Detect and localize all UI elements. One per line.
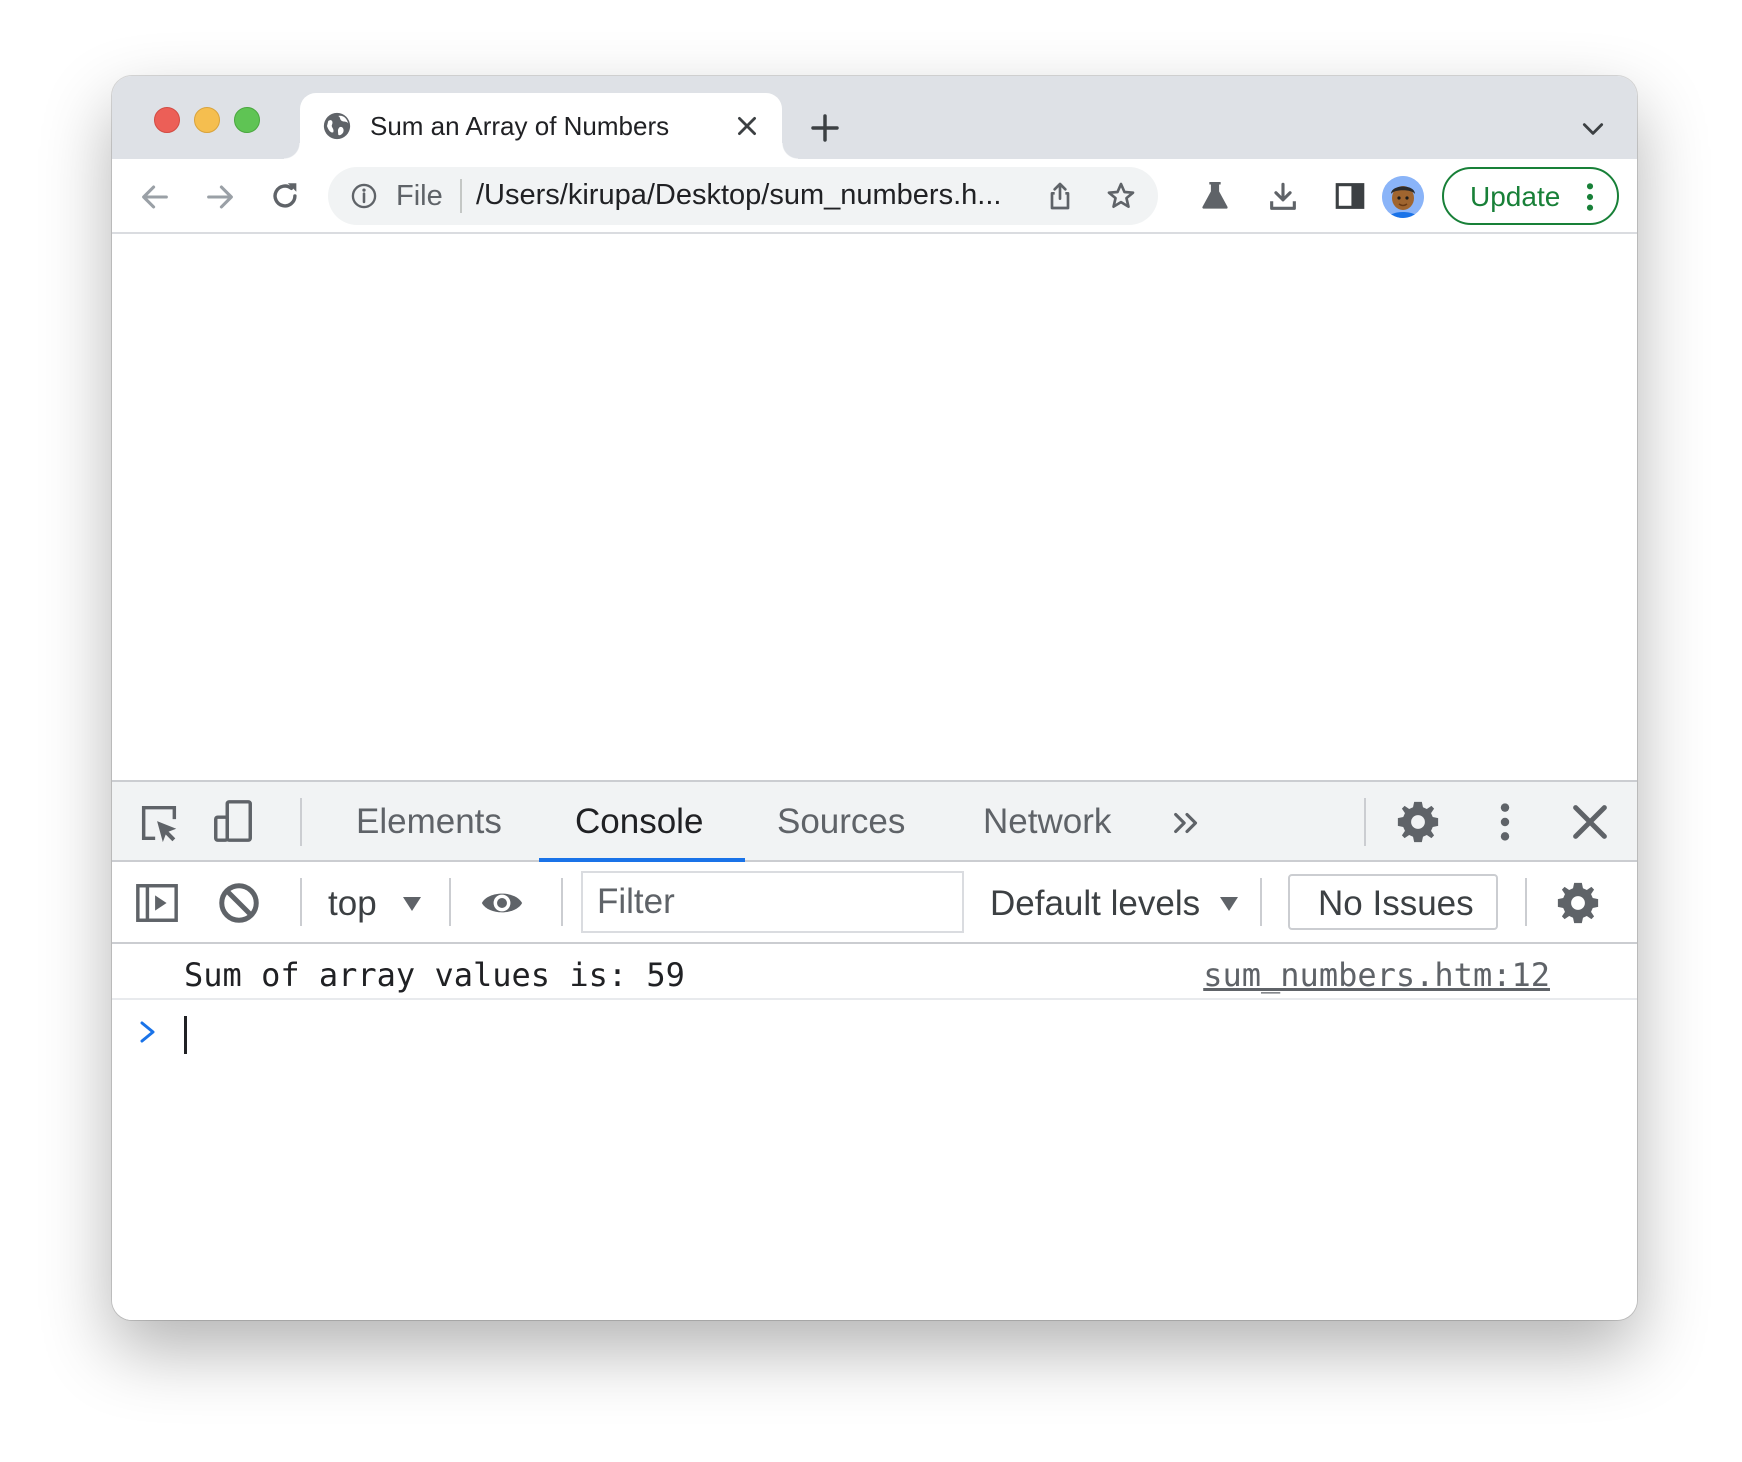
tab-console[interactable]: Console: [575, 802, 703, 842]
browser-tab[interactable]: Sum an Array of Numbers: [284, 93, 798, 159]
bookmark-star-icon[interactable]: [1105, 180, 1137, 212]
page-viewport: [112, 234, 1637, 780]
new-tab-icon[interactable]: [809, 112, 841, 144]
labs-flask-icon[interactable]: [1198, 179, 1232, 213]
minimize-window-button[interactable]: [194, 107, 220, 133]
chevron-down-icon[interactable]: [1580, 116, 1606, 142]
toolbar-divider: [1260, 878, 1262, 926]
tab-network[interactable]: Network: [983, 802, 1111, 842]
context-selector[interactable]: top: [328, 884, 377, 924]
maximize-window-button[interactable]: [234, 107, 260, 133]
console-log-row: Sum of array values is: 59 sum_numbers.h…: [112, 944, 1637, 1000]
filter-input[interactable]: [581, 871, 964, 933]
devtools-tab-bar: Elements Console Sources Network: [112, 782, 1637, 862]
more-vertical-icon: [1586, 183, 1594, 211]
issues-label: No Issues: [1318, 884, 1474, 923]
url-scheme-label: File: [396, 180, 443, 212]
inspect-element-icon[interactable]: [136, 800, 182, 846]
console-log-text: Sum of array values is: 59: [184, 956, 685, 994]
avatar-face-icon: [1382, 176, 1424, 218]
close-devtools-icon[interactable]: [1567, 799, 1613, 845]
browser-toolbar: File /Users/kirupa/Desktop/sum_numbers.h…: [112, 159, 1637, 234]
console-settings-gear-icon[interactable]: [1555, 880, 1601, 926]
tab-divider: [300, 798, 302, 846]
device-toolbar-icon[interactable]: [210, 798, 256, 844]
back-arrow-icon[interactable]: [138, 180, 172, 214]
toolbar-divider: [561, 878, 563, 926]
tab-sources[interactable]: Sources: [777, 802, 905, 842]
download-icon[interactable]: [1266, 180, 1300, 214]
url-divider: [460, 179, 462, 213]
issues-button[interactable]: No Issues: [1288, 874, 1498, 930]
info-icon[interactable]: [350, 182, 378, 210]
address-bar[interactable]: File /Users/kirupa/Desktop/sum_numbers.h…: [328, 167, 1158, 225]
side-panel-icon[interactable]: [1333, 179, 1367, 213]
context-dropdown-icon[interactable]: [402, 896, 422, 912]
tab-elements[interactable]: Elements: [356, 802, 502, 842]
console-log-source-link[interactable]: sum_numbers.htm:12: [1190, 956, 1550, 994]
show-sidebar-icon[interactable]: [134, 880, 180, 926]
toolbar-divider: [300, 878, 302, 926]
profile-avatar[interactable]: [1382, 176, 1424, 218]
close-tab-icon[interactable]: [734, 113, 760, 139]
tab-title: Sum an Array of Numbers: [370, 111, 670, 141]
settings-gear-icon[interactable]: [1395, 799, 1441, 845]
reload-icon[interactable]: [268, 179, 302, 213]
close-window-button[interactable]: [154, 107, 180, 133]
tab-divider: [1364, 798, 1366, 846]
log-levels-dropdown[interactable]: Default levels: [990, 884, 1200, 924]
console-prompt[interactable]: [112, 1000, 1637, 1060]
more-options-icon[interactable]: [1482, 799, 1528, 845]
share-icon[interactable]: [1044, 180, 1076, 212]
globe-icon: [323, 112, 351, 140]
forward-arrow-icon[interactable]: [203, 180, 237, 214]
update-button[interactable]: Update: [1442, 167, 1619, 225]
tab-strip: Sum an Array of Numbers: [112, 76, 1637, 159]
levels-dropdown-icon[interactable]: [1219, 896, 1239, 912]
prompt-chevron-icon: [140, 1021, 155, 1043]
browser-window: Sum an Array of Numbers File /Users/kiru…: [112, 76, 1637, 1320]
toolbar-divider: [449, 878, 451, 926]
devtools-panel: Elements Console Sources Network top Fil…: [112, 780, 1637, 1320]
live-expression-eye-icon[interactable]: [479, 880, 525, 926]
url-text[interactable]: /Users/kirupa/Desktop/sum_numbers.h...: [476, 179, 1021, 212]
clear-console-icon[interactable]: [216, 880, 262, 926]
more-tabs-chevron-icon[interactable]: [1170, 806, 1204, 840]
console-toolbar: top Default levels No Issues: [112, 862, 1637, 944]
toolbar-divider: [1525, 878, 1527, 926]
update-label: Update: [1470, 181, 1561, 212]
text-caret: [184, 1016, 187, 1054]
